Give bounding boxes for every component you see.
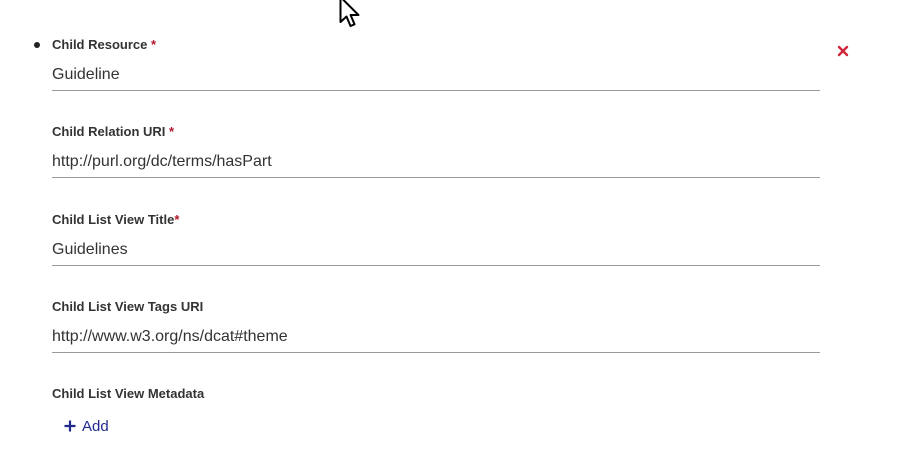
child-resource-label: Child Resource * [52,37,820,53]
child-relation-uri-label: Child Relation URI * [52,124,820,140]
child-list-view-metadata-label: Child List View Metadata [52,386,205,401]
child-list-view-title-input[interactable] [52,234,820,266]
child-resource-form: Child Resource * Child Relation URI * Ch… [0,0,904,450]
remove-item-button[interactable] [833,41,853,61]
child-relation-uri-input[interactable] [52,146,820,178]
child-list-view-title-label-text: Child List View Title [52,212,175,227]
mouse-pointer-icon [339,0,360,27]
child-list-view-tags-uri-label: Child List View Tags URI [52,299,204,314]
plus-icon [64,420,76,432]
add-metadata-button[interactable]: Add [64,417,109,435]
child-resource-label-text: Child Resource [52,37,148,52]
close-icon [837,45,849,57]
child-list-view-tags-uri-input[interactable] [52,321,820,353]
child-resource-input[interactable] [52,59,820,91]
child-list-view-title-field: Child List View Title* [52,212,820,266]
child-list-view-metadata-field: Child List View Metadata [52,386,820,402]
child-list-view-tags-uri-field: Child List View Tags URI [52,299,820,353]
child-relation-uri-label-text: Child Relation URI [52,124,166,139]
required-marker: * [150,37,157,52]
child-relation-uri-field: Child Relation URI * [52,124,820,178]
list-bullet [34,42,40,48]
add-metadata-label: Add [82,417,109,435]
required-marker: * [169,124,175,139]
child-list-view-title-label: Child List View Title* [52,212,820,228]
required-marker: * [174,212,180,227]
child-resource-field: Child Resource * [52,37,820,91]
